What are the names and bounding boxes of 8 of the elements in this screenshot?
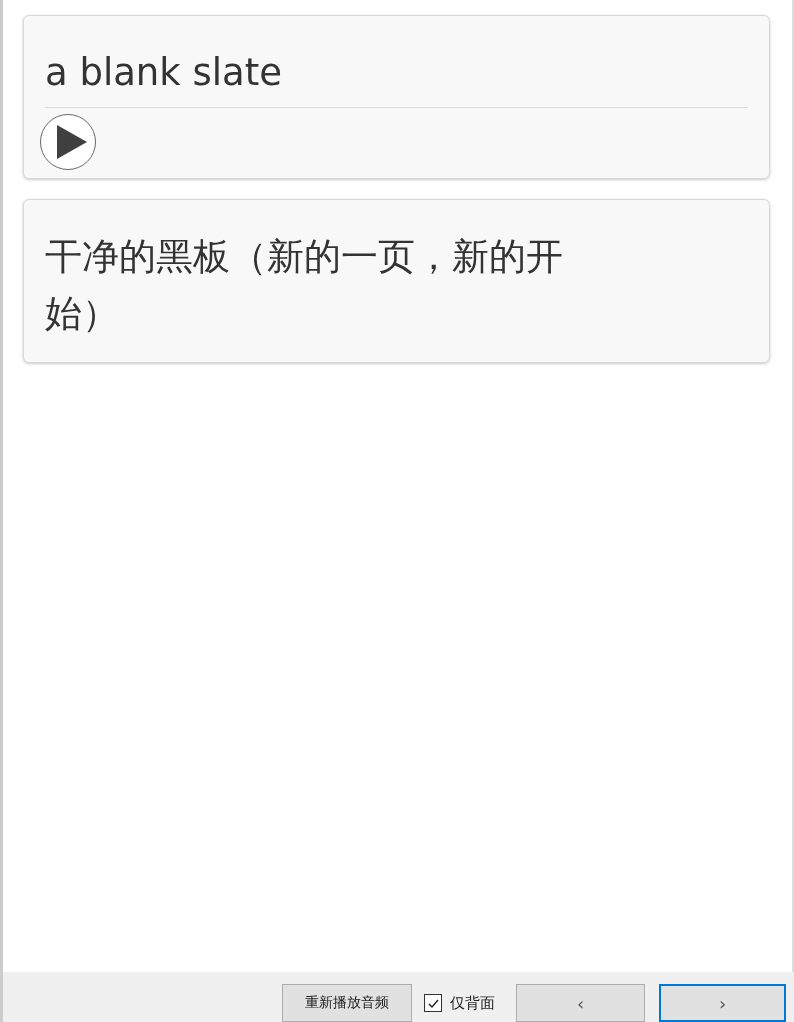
checkbox[interactable] bbox=[424, 994, 442, 1012]
checkbox-label: 仅背面 bbox=[450, 993, 495, 1013]
previous-button[interactable]: ‹ bbox=[516, 984, 645, 1022]
next-button[interactable]: › bbox=[659, 984, 786, 1022]
card-text: 干净的黑板（新的一页，新的开始） bbox=[45, 234, 564, 337]
play-button[interactable] bbox=[40, 114, 96, 170]
replay-audio-button[interactable]: 重新播放音频 bbox=[282, 984, 412, 1022]
card-text: a blank slate bbox=[45, 50, 283, 96]
